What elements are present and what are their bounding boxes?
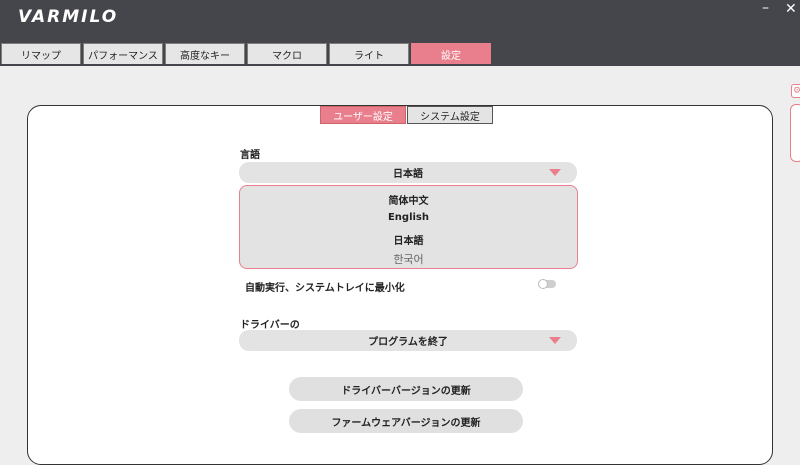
language-label: 言語 (240, 150, 260, 161)
side-panel-handle[interactable] (790, 104, 800, 162)
close-button[interactable]: ✕ (785, 1, 797, 17)
language-selected-value: 日本語 (393, 169, 423, 180)
driver-close-select[interactable]: プログラムを終了 (239, 330, 577, 351)
tab-light[interactable]: ライト (329, 43, 409, 64)
chevron-down-icon (549, 169, 561, 176)
chevron-down-icon (549, 337, 561, 344)
subtab-system-settings[interactable]: システム設定 (407, 106, 493, 124)
language-dropdown-list: 简体中文 English 日本語 한국어 (239, 185, 578, 269)
language-option-ja[interactable]: 日本語 (240, 232, 577, 247)
autostart-label: 自動実行、システムトレイに最小化 (245, 283, 405, 294)
tab-advanced-keys[interactable]: 高度なキー (165, 43, 245, 64)
settings-subtabs: ユーザー設定 システム設定 (320, 106, 494, 124)
toggle-knob (538, 279, 548, 289)
language-option-en[interactable]: English (240, 212, 577, 223)
minimize-button[interactable]: – (762, 0, 769, 16)
update-firmware-button[interactable]: ファームウェアバージョンの更新 (289, 409, 523, 433)
title-bar: VARMILO – ✕ リマップ パフォーマンス 高度なキー マクロ ライト 設… (0, 0, 800, 66)
tab-macro[interactable]: マクロ (247, 43, 327, 64)
update-driver-button[interactable]: ドライバーバージョンの更新 (289, 377, 523, 401)
language-option-zh-cn[interactable]: 简体中文 (240, 192, 577, 207)
autostart-toggle[interactable] (538, 279, 556, 289)
tab-remap[interactable]: リマップ (1, 43, 81, 64)
main-tabs: リマップ パフォーマンス 高度なキー マクロ ライト 設定 (1, 43, 493, 64)
tab-performance[interactable]: パフォーマンス (83, 43, 163, 64)
varmilo-logo: VARMILO (18, 7, 119, 27)
language-select[interactable]: 日本語 (239, 162, 577, 183)
driver-label: ドライバーの (240, 320, 300, 331)
driver-selected-value: プログラムを終了 (368, 337, 448, 348)
subtab-user-settings[interactable]: ユーザー設定 (320, 106, 406, 124)
gear-icon[interactable]: ⚙ (791, 84, 800, 98)
tab-settings[interactable]: 設定 (411, 43, 491, 64)
language-option-ko[interactable]: 한국어 (240, 251, 577, 267)
